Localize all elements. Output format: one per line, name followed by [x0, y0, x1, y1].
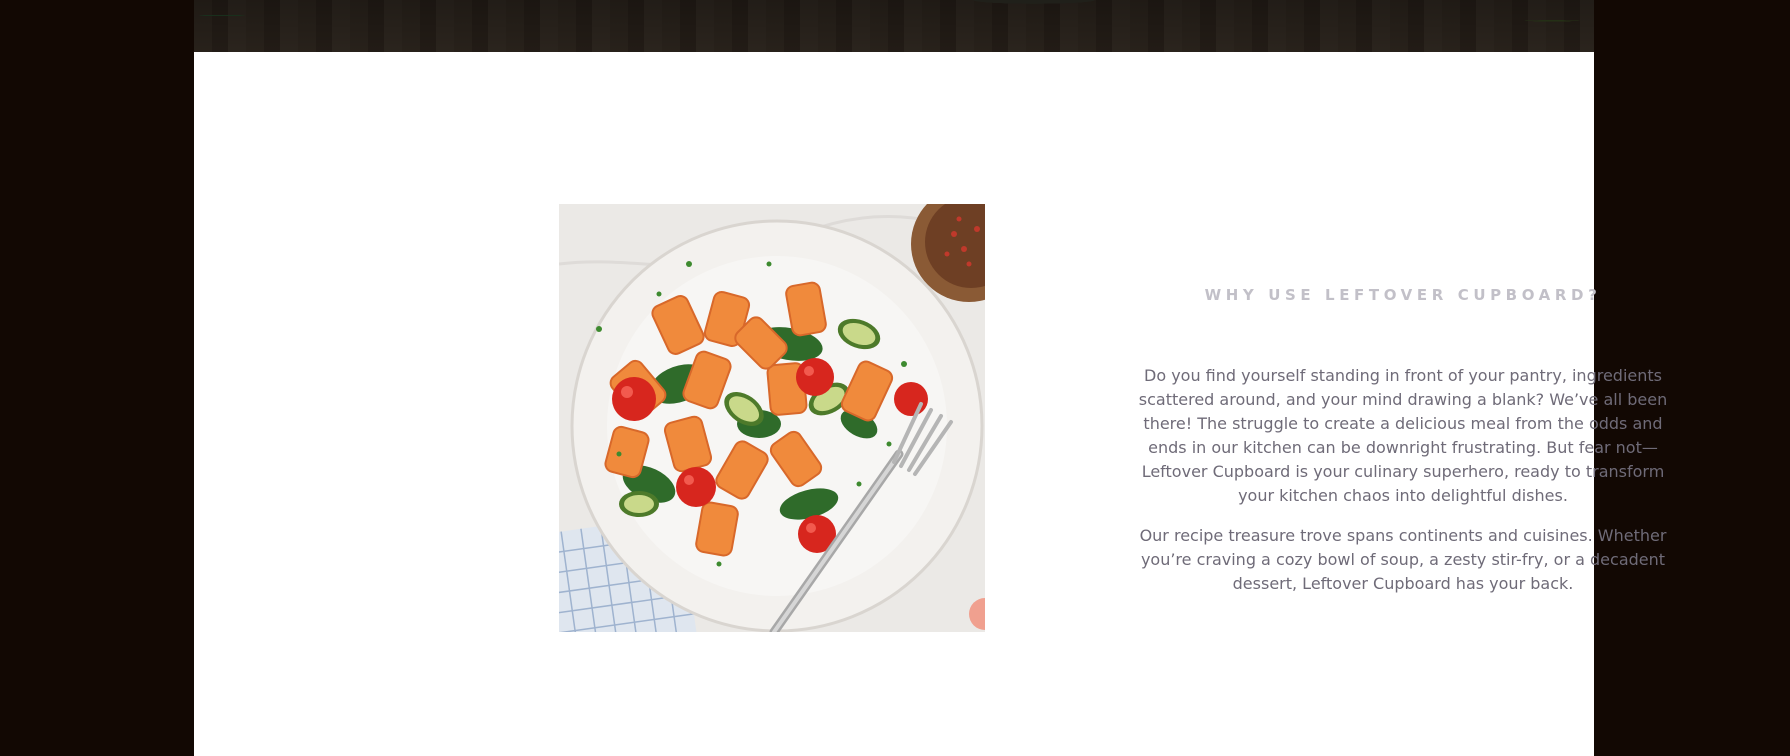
intro-text-column: WHY USE LEFTOVER CUPBOARD? Do you find y… [1124, 278, 1682, 596]
pasta-illustration [559, 204, 985, 632]
about-section: WHY USE LEFTOVER CUPBOARD? Do you find y… [194, 52, 1667, 756]
section-heading: WHY USE LEFTOVER CUPBOARD? [1204, 286, 1602, 304]
intro-paragraph: Do you find yourself standing in front o… [1138, 366, 1668, 505]
pasta-plate-photo [559, 204, 985, 632]
page: WHY USE LEFTOVER CUPBOARD? Do you find y… [0, 0, 1790, 756]
recipes-paragraph: Our recipe treasure trove spans continen… [1139, 526, 1667, 593]
hero-banner-shade [194, 0, 1594, 52]
hero-banner-image [194, 0, 1594, 52]
